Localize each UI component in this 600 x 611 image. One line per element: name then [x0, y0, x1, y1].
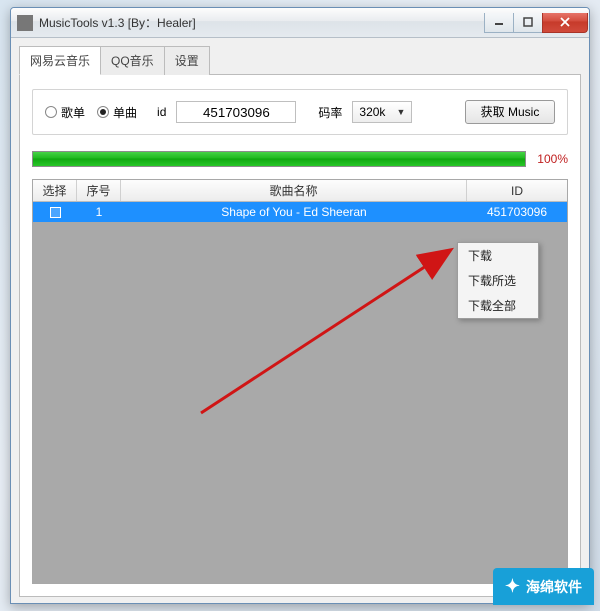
results-table: 选择 序号 歌曲名称 ID 1 Shape of You - Ed Sheera… — [32, 179, 568, 584]
th-name[interactable]: 歌曲名称 — [121, 180, 467, 201]
bitrate-dropdown[interactable]: 320k ▼ — [352, 101, 412, 123]
ctx-download[interactable]: 下载 — [458, 243, 538, 268]
button-label: 获取 Music — [481, 105, 540, 119]
sponge-icon: ✦ — [505, 576, 520, 597]
id-label: id — [157, 105, 166, 119]
minimize-button[interactable] — [484, 13, 514, 33]
progress-fill — [33, 152, 525, 166]
bitrate-label: 码率 — [318, 104, 342, 121]
radio-icon — [45, 106, 57, 118]
table-row[interactable]: 1 Shape of You - Ed Sheeran 451703096 — [33, 202, 567, 222]
th-id[interactable]: ID — [467, 180, 567, 201]
tab-netease[interactable]: 网易云音乐 — [19, 46, 101, 75]
minimize-icon — [494, 17, 504, 27]
close-icon — [559, 16, 571, 28]
ctx-label: 下载所选 — [468, 274, 516, 288]
tab-label: QQ音乐 — [111, 54, 154, 68]
radio-label: 歌单 — [61, 104, 85, 121]
tab-label: 网易云音乐 — [30, 54, 90, 68]
window-title: MusicTools v1.3 [By：Healer] — [39, 14, 485, 31]
dropdown-value: 320k — [359, 105, 385, 119]
radio-playlist[interactable]: 歌单 — [45, 104, 85, 121]
app-window: MusicTools v1.3 [By：Healer] 网易云音乐 QQ音乐 设… — [10, 7, 590, 604]
ctx-label: 下载 — [468, 249, 492, 263]
cell-name: Shape of You - Ed Sheeran — [121, 202, 467, 222]
get-music-button[interactable]: 获取 Music — [465, 100, 555, 124]
maximize-button[interactable] — [513, 13, 543, 33]
progress-percent: 100% — [532, 152, 568, 166]
watermark: ✦ 海绵软件 — [493, 568, 594, 605]
table-header: 选择 序号 歌曲名称 ID — [33, 180, 567, 202]
ctx-download-all[interactable]: 下载全部 — [458, 293, 538, 318]
checkbox-icon[interactable] — [50, 207, 61, 218]
titlebar[interactable]: MusicTools v1.3 [By：Healer] — [11, 8, 589, 38]
chevron-down-icon: ▼ — [396, 107, 405, 117]
cell-id: 451703096 — [467, 202, 567, 222]
th-select[interactable]: 选择 — [33, 180, 77, 201]
radio-single[interactable]: 单曲 — [97, 104, 137, 121]
app-icon — [17, 15, 33, 31]
controls-row: 歌单 单曲 id 码率 320k ▼ 获取 Music — [32, 89, 568, 135]
maximize-icon — [523, 17, 533, 27]
content-area: 网易云音乐 QQ音乐 设置 歌单 单曲 id 码率 320k ▼ — [11, 38, 589, 603]
th-index[interactable]: 序号 — [77, 180, 121, 201]
tabs: 网易云音乐 QQ音乐 设置 — [19, 46, 581, 75]
progress-row: 100% — [32, 151, 568, 167]
radio-label: 单曲 — [113, 104, 137, 121]
tab-qq[interactable]: QQ音乐 — [100, 46, 165, 75]
cell-index: 1 — [77, 202, 121, 222]
ctx-label: 下载全部 — [468, 299, 516, 313]
tab-body: 歌单 单曲 id 码率 320k ▼ 获取 Music — [19, 74, 581, 597]
tab-label: 设置 — [175, 54, 199, 68]
id-input[interactable] — [176, 101, 296, 123]
context-menu: 下载 下载所选 下载全部 — [457, 242, 539, 319]
radio-icon — [97, 106, 109, 118]
window-buttons — [485, 13, 588, 33]
tab-settings[interactable]: 设置 — [164, 46, 210, 75]
cell-select[interactable] — [33, 202, 77, 222]
progress-bar — [32, 151, 526, 167]
watermark-text: 海绵软件 — [526, 577, 582, 597]
ctx-download-selected[interactable]: 下载所选 — [458, 268, 538, 293]
close-button[interactable] — [542, 13, 588, 33]
